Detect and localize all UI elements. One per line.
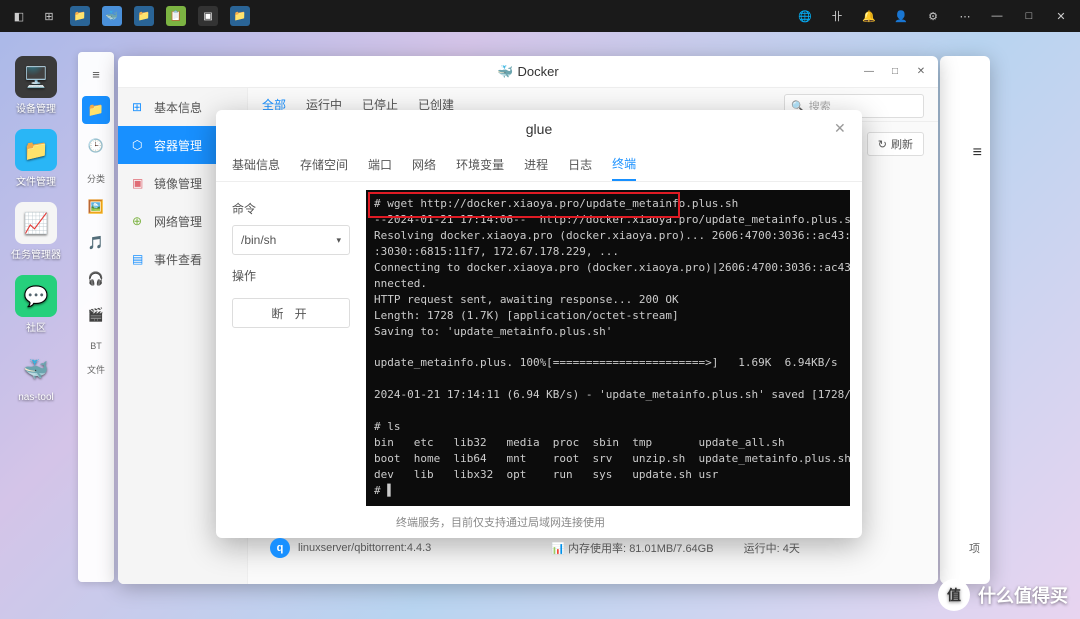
- qbittorrent-icon: q: [270, 538, 290, 558]
- glue-tab-storage[interactable]: 存储空间: [300, 148, 348, 181]
- docker-close-button[interactable]: ✕: [910, 63, 932, 81]
- glue-tab-terminal[interactable]: 终端: [612, 148, 636, 181]
- more-icon[interactable]: ⋯: [956, 7, 974, 25]
- image-name: linuxserver/qbittorrent:4.4.3: [298, 542, 431, 554]
- docker-title: Docker: [518, 64, 559, 79]
- glue-tab-network[interactable]: 网络: [412, 148, 436, 181]
- taskbar-app-2[interactable]: 🐳: [102, 6, 122, 26]
- apps-icon[interactable]: ◧: [10, 7, 28, 25]
- glue-tab-basic[interactable]: 基础信息: [232, 148, 280, 181]
- glue-titlebar: glue ✕: [216, 110, 862, 148]
- rail-video[interactable]: 🎬: [82, 301, 110, 329]
- rail-menu[interactable]: ≡: [82, 60, 110, 88]
- desktop-icon-files[interactable]: 📁文件管理: [6, 129, 66, 188]
- memory-usage: 📊 内存使用率: 81.01MB/7.64GB: [551, 540, 713, 556]
- item-tail: 项: [969, 540, 980, 556]
- window-max-icon[interactable]: □: [1020, 7, 1038, 25]
- docker-max-button[interactable]: □: [884, 63, 906, 81]
- refresh-icon: ↻: [878, 138, 887, 151]
- taskbar-app-5[interactable]: ▣: [198, 6, 218, 26]
- desktop-icons: 🖥️设备管理 📁文件管理 📈任务管理器 💬社区 🐳nas-tool: [6, 56, 66, 403]
- hamburger-icon[interactable]: ≡: [973, 144, 982, 162]
- rail-file-label: 文件: [87, 363, 105, 376]
- desktop-icon-nastool[interactable]: 🐳nas-tool: [6, 348, 66, 403]
- gear-icon[interactable]: ⚙: [924, 7, 942, 25]
- taskbar-app-4[interactable]: 📋: [166, 6, 186, 26]
- highlight-box: [368, 192, 680, 218]
- docker-min-button[interactable]: —: [858, 63, 880, 81]
- disconnect-button[interactable]: 断 开: [232, 298, 350, 328]
- glue-tabs: 基础信息 存储空间 端口 网络 环境变量 进程 日志 终端: [216, 148, 862, 182]
- glue-close-button[interactable]: ✕: [834, 120, 852, 138]
- bell-icon[interactable]: 🔔: [860, 7, 878, 25]
- docker-icon: 🐳: [497, 64, 513, 80]
- rail-bt-label: BT: [90, 341, 102, 351]
- rail-music[interactable]: 🎵: [82, 229, 110, 257]
- watermark-badge: 值: [938, 579, 970, 611]
- op-label: 操作: [232, 267, 350, 284]
- watermark-text: 什么值得买: [978, 582, 1068, 608]
- glue-side-panel: 命令 /bin/sh▾ 操作 断 开: [216, 182, 366, 510]
- taskbar-app-1[interactable]: 📁: [70, 6, 90, 26]
- rail-recent[interactable]: 🕒: [82, 132, 110, 160]
- watermark: 值 什么值得买: [938, 579, 1068, 611]
- rail-images[interactable]: 🖼️: [82, 193, 110, 221]
- rail-category-label: 分类: [87, 172, 105, 185]
- desktop-icon-task[interactable]: 📈任务管理器: [6, 202, 66, 261]
- system-topbar: ◧ ⊞ 📁 🐳 📁 📋 ▣ 📁 🌐 卝 🔔 👤 ⚙ ⋯ — □ ✕: [0, 0, 1080, 32]
- taskbar-app-3[interactable]: 📁: [134, 6, 154, 26]
- globe-icon[interactable]: 🌐: [796, 7, 814, 25]
- taskbar-app-6[interactable]: 📁: [230, 6, 250, 26]
- refresh-button[interactable]: ↻刷新: [867, 132, 924, 156]
- glue-tab-env[interactable]: 环境变量: [456, 148, 504, 181]
- grid-icon[interactable]: ⊞: [40, 7, 58, 25]
- window-close-icon[interactable]: ✕: [1052, 7, 1070, 25]
- cmd-label: 命令: [232, 200, 350, 217]
- runtime-status: 运行中: 4天: [744, 540, 800, 556]
- glue-modal: glue ✕ 基础信息 存储空间 端口 网络 环境变量 进程 日志 终端 命令 …: [216, 110, 862, 538]
- glue-tab-process[interactable]: 进程: [524, 148, 548, 181]
- background-window: [940, 56, 990, 584]
- docker-titlebar: 🐳 Docker — □ ✕: [118, 56, 938, 88]
- cmd-select[interactable]: /bin/sh▾: [232, 225, 350, 255]
- chevron-down-icon: ▾: [336, 235, 341, 246]
- rail-audio[interactable]: 🎧: [82, 265, 110, 293]
- file-manager-rail: ≡ 📁 🕒 分类 🖼️ 🎵 🎧 🎬 BT 文件: [78, 52, 114, 582]
- desktop-icon-device[interactable]: 🖥️设备管理: [6, 56, 66, 115]
- container-row[interactable]: q linuxserver/qbittorrent:4.4.3 📊 内存使用率:…: [270, 534, 850, 562]
- desktop-icon-community[interactable]: 💬社区: [6, 275, 66, 334]
- user-icon[interactable]: 👤: [892, 7, 910, 25]
- terminal-output[interactable]: # wget http://docker.xiaoya.pro/update_m…: [366, 190, 850, 506]
- rail-folder[interactable]: 📁: [82, 96, 110, 124]
- glue-tab-log[interactable]: 日志: [568, 148, 592, 181]
- glue-title: glue: [526, 121, 552, 137]
- sliders-icon[interactable]: 卝: [828, 7, 846, 25]
- window-min-icon[interactable]: —: [988, 7, 1006, 25]
- glue-tab-port[interactable]: 端口: [368, 148, 392, 181]
